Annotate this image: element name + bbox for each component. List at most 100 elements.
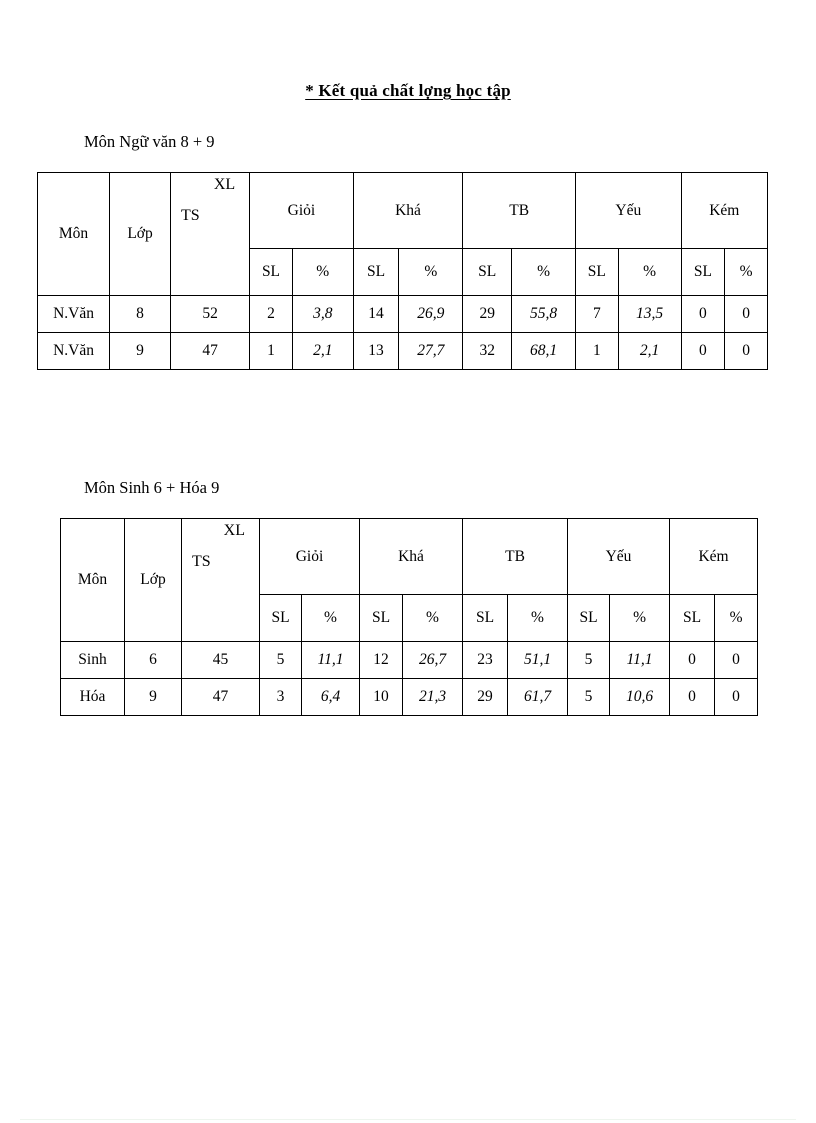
- header-group-kha: Khá: [358, 518, 464, 595]
- header-lop: Lớp: [109, 172, 171, 296]
- header-group-kem: Kém: [669, 518, 759, 595]
- table-row: N.Văn 8 52 2 3,8 14 26,9 29 55,8 7 13,5 …: [36, 295, 768, 333]
- header-mon: Môn: [36, 172, 111, 296]
- header-group-gioi: Giỏi: [259, 518, 360, 595]
- table-row: Sinh 6 45 5 11,1 12 26,7 23 51,1 5 11,1 …: [60, 641, 759, 679]
- cell-lop: 8: [109, 295, 171, 333]
- cell-kem-pct: 0: [724, 332, 768, 370]
- cell-mon: N.Văn: [36, 332, 111, 370]
- table-header-group-row: Môn Lớp XL TS Giỏi Khá TB Yếu Kém: [60, 518, 759, 642]
- header-yeu-sl: SL: [575, 248, 619, 296]
- header-group-tb: TB: [462, 518, 569, 595]
- cell-yeu-pct: 10,6: [609, 678, 671, 716]
- header-xl-label: XL: [223, 522, 245, 539]
- cell-tb-sl: 32: [462, 332, 513, 370]
- header-group-kem: Kém: [680, 172, 769, 249]
- header-kem-sl: SL: [680, 248, 726, 296]
- cell-ts: 47: [181, 678, 260, 716]
- header-group-kha: Khá: [352, 172, 464, 249]
- header-gioi-pct: %: [291, 248, 354, 296]
- header-tb-sl: SL: [462, 594, 509, 642]
- header-kha-sl: SL: [352, 248, 400, 296]
- cell-tb-sl: 29: [462, 678, 509, 716]
- cell-lop: 6: [124, 641, 182, 679]
- cell-yeu-pct: 2,1: [617, 332, 682, 370]
- cell-tb-sl: 23: [462, 641, 509, 679]
- cell-kem-pct: 0: [714, 641, 759, 679]
- cell-ts: 47: [169, 332, 251, 370]
- header-gioi-sl: SL: [249, 248, 293, 296]
- header-kem-pct: %: [714, 594, 759, 642]
- cell-yeu-sl: 7: [575, 295, 619, 333]
- cell-gioi-sl: 3: [259, 678, 302, 716]
- cell-kha-sl: 10: [359, 678, 403, 716]
- table-header-group-row: Môn Lớp XL TS Giỏi Khá TB Yếu Kém: [36, 172, 769, 296]
- document-page: * Kết quả chất lợng học tập Môn Ngữ văn …: [0, 0, 816, 1123]
- cell-gioi-pct: 3,8: [291, 295, 354, 333]
- cell-kem-pct: 0: [714, 678, 759, 716]
- header-mon: Môn: [60, 518, 125, 642]
- cell-tb-pct: 61,7: [507, 678, 569, 716]
- cell-kha-sl: 14: [352, 295, 400, 333]
- cell-kha-sl: 13: [352, 332, 400, 370]
- cell-gioi-pct: 2,1: [291, 332, 354, 370]
- cell-ts: 45: [181, 641, 260, 679]
- header-gioi-sl: SL: [259, 594, 302, 642]
- cell-ts: 52: [169, 295, 251, 333]
- header-xl-ts: XL TS: [181, 518, 260, 642]
- cell-yeu-sl: 5: [567, 641, 611, 679]
- cell-gioi-pct: 6,4: [301, 678, 360, 716]
- header-group-yeu: Yếu: [567, 518, 671, 595]
- header-yeu-pct: %: [617, 248, 682, 296]
- header-ts-label: TS: [192, 553, 211, 570]
- cell-yeu-sl: 5: [567, 678, 611, 716]
- cell-mon: Hóa: [60, 678, 125, 716]
- header-lop: Lớp: [124, 518, 182, 642]
- cell-kha-pct: 27,7: [398, 332, 464, 370]
- cell-kha-pct: 26,7: [401, 641, 464, 679]
- cell-mon: N.Văn: [36, 295, 111, 333]
- header-gioi-pct: %: [301, 594, 360, 642]
- header-tb-pct: %: [507, 594, 569, 642]
- header-group-tb: TB: [462, 172, 577, 249]
- header-kem-sl: SL: [669, 594, 716, 642]
- cell-tb-pct: 51,1: [507, 641, 569, 679]
- page-title: * Kết quả chất lợng học tập: [305, 81, 511, 100]
- header-kem-pct: %: [724, 248, 768, 296]
- cell-gioi-sl: 5: [259, 641, 302, 679]
- cell-kem-sl: 0: [669, 641, 716, 679]
- cell-yeu-sl: 1: [575, 332, 619, 370]
- section-caption-sinh-hoa: Môn Sinh 6 + Hóa 9: [84, 478, 220, 497]
- cell-kha-sl: 12: [359, 641, 403, 679]
- header-tb-sl: SL: [462, 248, 513, 296]
- cell-kha-pct: 26,9: [398, 295, 464, 333]
- cell-kha-pct: 21,3: [401, 678, 464, 716]
- page-bottom-rule: [20, 1119, 796, 1120]
- results-table-sinh-hoa: Môn Lớp XL TS Giỏi Khá TB Yếu Kém SL % S…: [60, 518, 759, 716]
- cell-mon: Sinh: [60, 641, 125, 679]
- header-yeu-pct: %: [609, 594, 671, 642]
- header-kha-sl: SL: [359, 594, 403, 642]
- cell-kem-sl: 0: [680, 332, 726, 370]
- header-kha-pct: %: [398, 248, 464, 296]
- table-row: Hóa 9 47 3 6,4 10 21,3 29 61,7 5 10,6 0 …: [60, 678, 759, 716]
- header-xl-ts: XL TS: [169, 172, 251, 296]
- header-tb-pct: %: [511, 248, 577, 296]
- header-ts-label: TS: [180, 207, 200, 224]
- cell-tb-pct: 55,8: [511, 295, 577, 333]
- header-group-yeu: Yếu: [575, 172, 682, 249]
- cell-gioi-sl: 2: [249, 295, 293, 333]
- cell-gioi-pct: 11,1: [301, 641, 360, 679]
- header-yeu-sl: SL: [567, 594, 611, 642]
- cell-tb-sl: 29: [462, 295, 513, 333]
- header-group-gioi: Giỏi: [249, 172, 354, 249]
- table-row: N.Văn 9 47 1 2,1 13 27,7 32 68,1 1 2,1 0…: [36, 332, 768, 370]
- header-xl-label: XL: [213, 176, 236, 193]
- cell-kem-sl: 0: [669, 678, 716, 716]
- section-caption-van: Môn Ngữ văn 8 + 9: [84, 132, 215, 151]
- cell-lop: 9: [124, 678, 182, 716]
- cell-kem-sl: 0: [680, 295, 726, 333]
- cell-yeu-pct: 11,1: [609, 641, 671, 679]
- cell-gioi-sl: 1: [249, 332, 293, 370]
- cell-yeu-pct: 13,5: [617, 295, 682, 333]
